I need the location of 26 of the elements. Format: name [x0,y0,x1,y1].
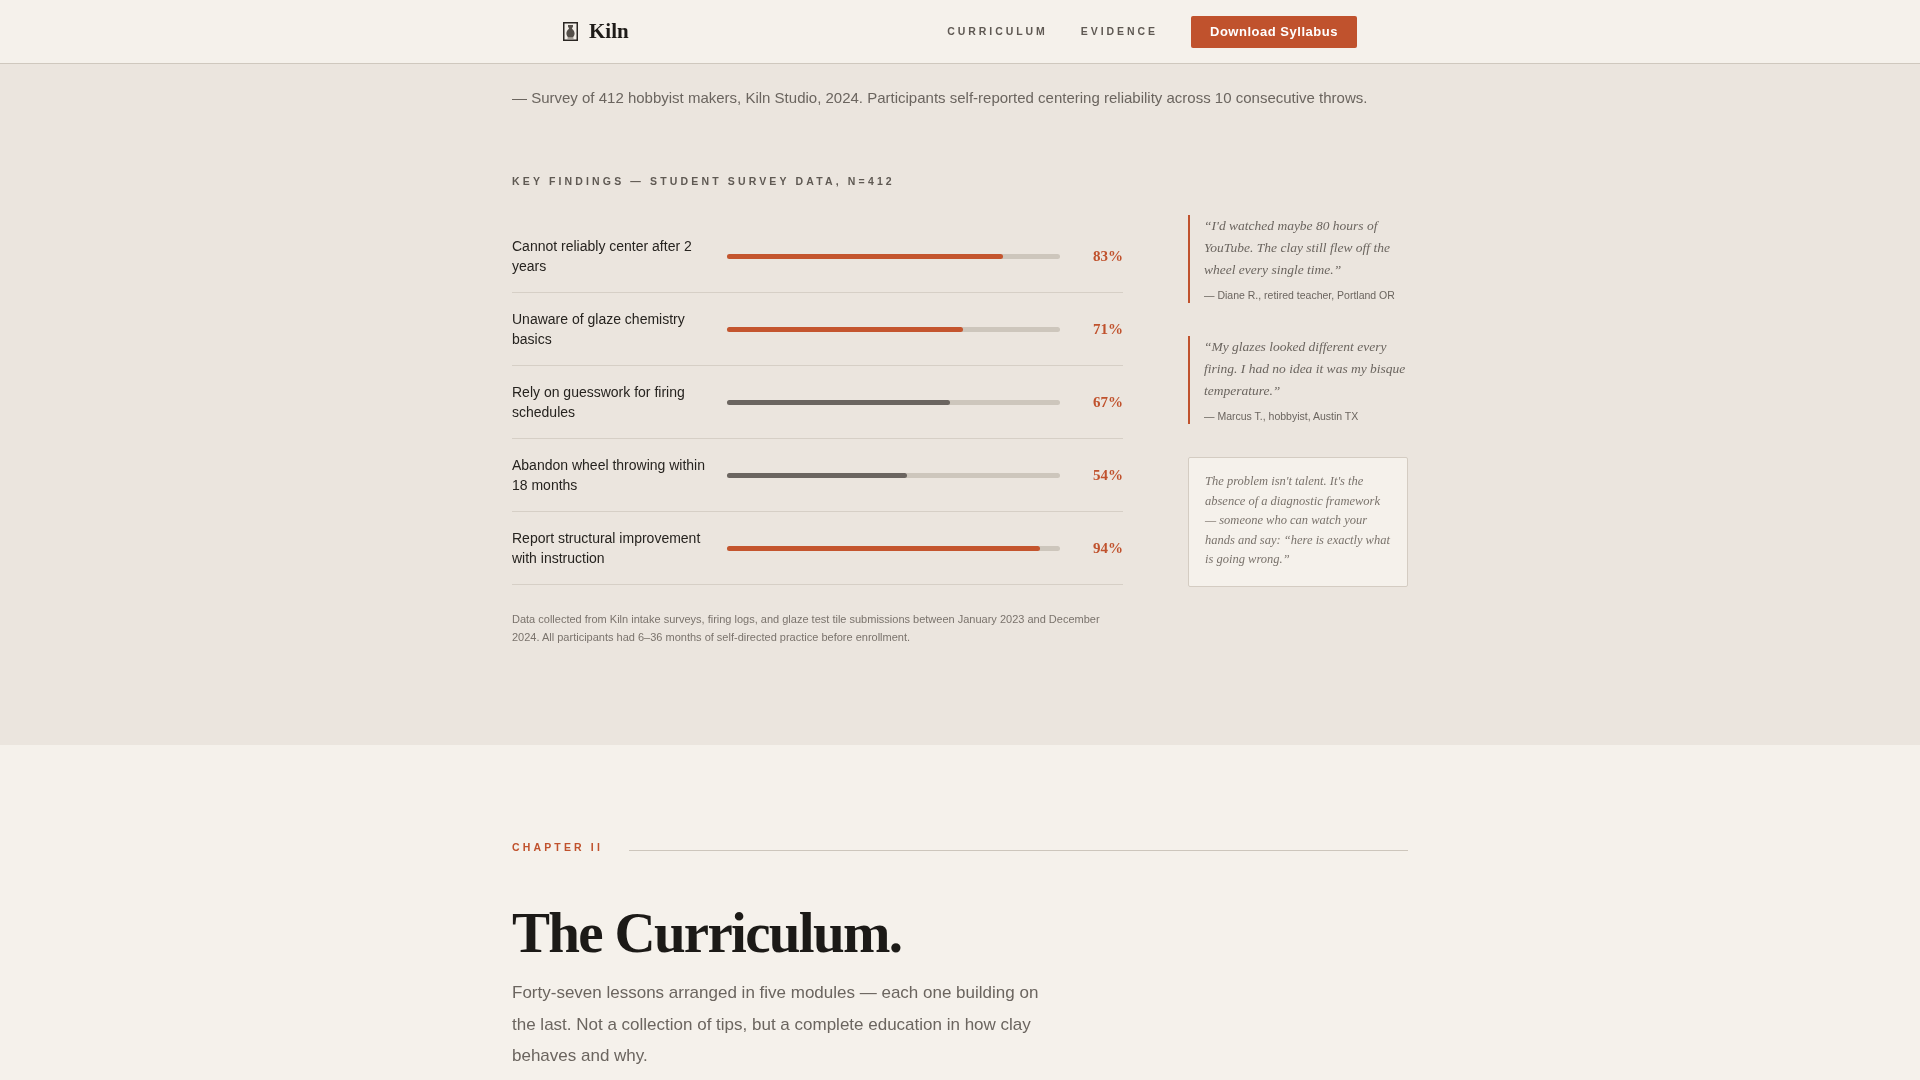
percentage-value: 94% [1092,539,1123,558]
percentage-value: 54% [1092,466,1123,485]
nav-link[interactable]: CURRICULUM [947,23,1048,40]
finding-label: Rely on guesswork for firing schedules [512,383,686,422]
finding-label: Report structural improvement with instruction [512,529,702,568]
quote-attribution: — Marcus T., hobbyist, Austin TX [1204,409,1360,424]
callout-text: The problem isn't talent. It's the absence of a diagnostic framework — someone who can watch your hands and say: “here is exactly what is going wrong.” [1205,473,1391,569]
finding-label: Cannot reliably center after 2 years [512,237,693,276]
percentage-value: 67% [1092,393,1123,412]
quote-text: “My glazes looked different every firing. I had no idea it was my bisque temperature.” [1204,338,1407,400]
logo-text[interactable]: Kiln [589,21,629,42]
quote-text: “I'd watched maybe 80 hours of YouTube. The clay still flew off the wheel every single time.” [1204,217,1391,279]
quote-attribution: — Diane R., retired teacher, Portland OR [1204,288,1396,303]
nav-link[interactable]: EVIDENCE [1080,23,1158,40]
finding-label: Abandon wheel throwing within 18 months [512,456,706,495]
download-syllabus-button[interactable]: Download Syllabus [1190,15,1357,48]
finding-label: Unaware of glaze chemistry basics [512,310,686,349]
chapter-label: CHAPTER II [512,840,603,854]
findings-title: KEY FINDINGS — STUDENT SURVEY DATA, N=412 [512,174,896,188]
section-intro: Forty-seven lessons arranged in five modules — each one building on the last. Not a collection of tips, but a complete education in how clay behaves and why. [512,982,1040,1067]
vase-icon [563,22,578,41]
section-heading: The Curriculum. [512,901,903,964]
percentage-value: 71% [1092,320,1123,339]
data-footnote: Data collected from Kiln intake surveys, firing logs, and glaze test tile submissions between January 2023 and December 2024. All participants had 6–36 months of self-directed practice before enrollment. [512,612,1101,645]
percentage-value: 83% [1092,247,1123,266]
survey-source-note: — Survey of 412 hobbyist makers, Kiln Studio, 2024. Participants self-reported centering reliability across 10 consecutive throws. [512,88,1369,108]
